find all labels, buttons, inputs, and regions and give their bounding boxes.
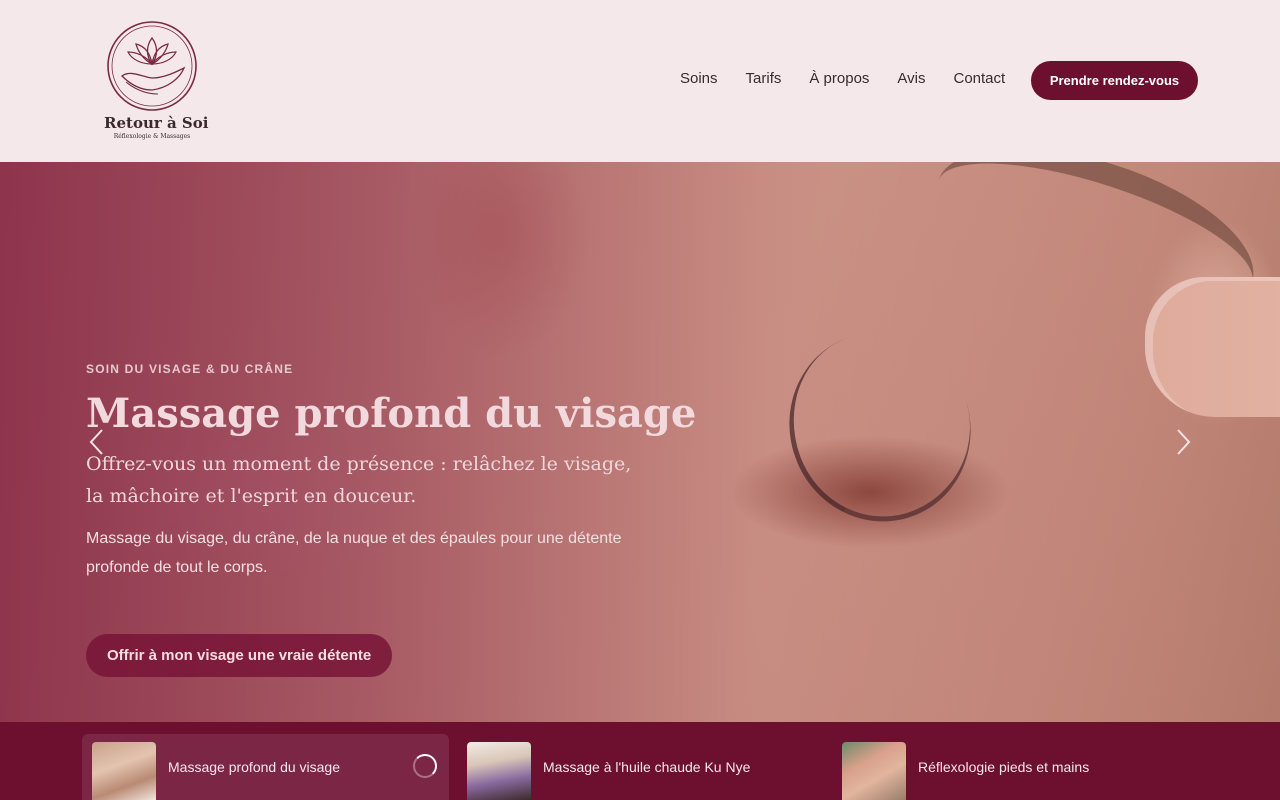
chevron-left-icon — [89, 429, 103, 455]
slide-thumb-ku-nye[interactable]: Massage à l'huile chaude Ku Nye — [457, 734, 824, 800]
chevron-right-icon — [1177, 429, 1191, 455]
slide-thumb-image — [842, 742, 906, 800]
nav-item-avis[interactable]: Avis — [897, 68, 925, 90]
site-header: Retour à Soi Réflexologie & Massages Soi… — [0, 0, 1280, 162]
brand-tagline: Réflexologie & Massages — [113, 133, 191, 140]
slide-thumbnails: Massage profond du visage Massage à l'hu… — [0, 722, 1280, 800]
hero-cta-button[interactable]: Offrir à mon visage une vraie détente — [86, 634, 393, 677]
nav-item-tarifs[interactable]: Tarifs — [746, 68, 782, 90]
slide-thumb-label: Massage à l'huile chaude Ku Nye — [543, 759, 751, 775]
brand-name: Retour à Soi — [104, 114, 209, 132]
slide-thumb-label: Massage profond du visage — [168, 759, 340, 775]
book-appointment-button[interactable]: Prendre rendez-vous — [1031, 61, 1198, 100]
lotus-hands-logo-icon — [107, 21, 197, 111]
hero-slider: SOIN DU VISAGE & DU CRÂNE Massage profon… — [0, 162, 1280, 722]
brand-logo[interactable]: Retour à Soi Réflexologie & Massages — [104, 20, 209, 144]
hero-eyebrow: SOIN DU VISAGE & DU CRÂNE — [86, 362, 294, 376]
slide-thumb-image — [92, 742, 156, 800]
slide-thumb-visage[interactable]: Massage profond du visage — [82, 734, 449, 800]
main-nav: Soins Tarifs À propos Avis Contact — [680, 68, 1033, 90]
hero-lead: Offrez-vous un moment de présence : relâ… — [86, 453, 632, 507]
slide-thumb-reflexologie[interactable]: Réflexologie pieds et mains — [832, 734, 1199, 800]
hero-content: SOIN DU VISAGE & DU CRÂNE Massage profon… — [86, 362, 697, 582]
slider-prev-button[interactable] — [86, 424, 110, 460]
slider-next-button[interactable] — [1172, 424, 1196, 460]
hero-description: Massage du visage, du crâne, de la nuque… — [86, 530, 622, 576]
slide-thumb-label: Réflexologie pieds et mains — [918, 759, 1090, 775]
nav-item-soins[interactable]: Soins — [680, 68, 718, 90]
progress-spinner-icon — [413, 754, 437, 778]
slide-thumb-image — [467, 742, 531, 800]
nav-item-contact[interactable]: Contact — [954, 68, 1006, 90]
hero-title: Massage profond du visage — [86, 390, 697, 437]
nav-item-a-propos[interactable]: À propos — [809, 68, 869, 90]
